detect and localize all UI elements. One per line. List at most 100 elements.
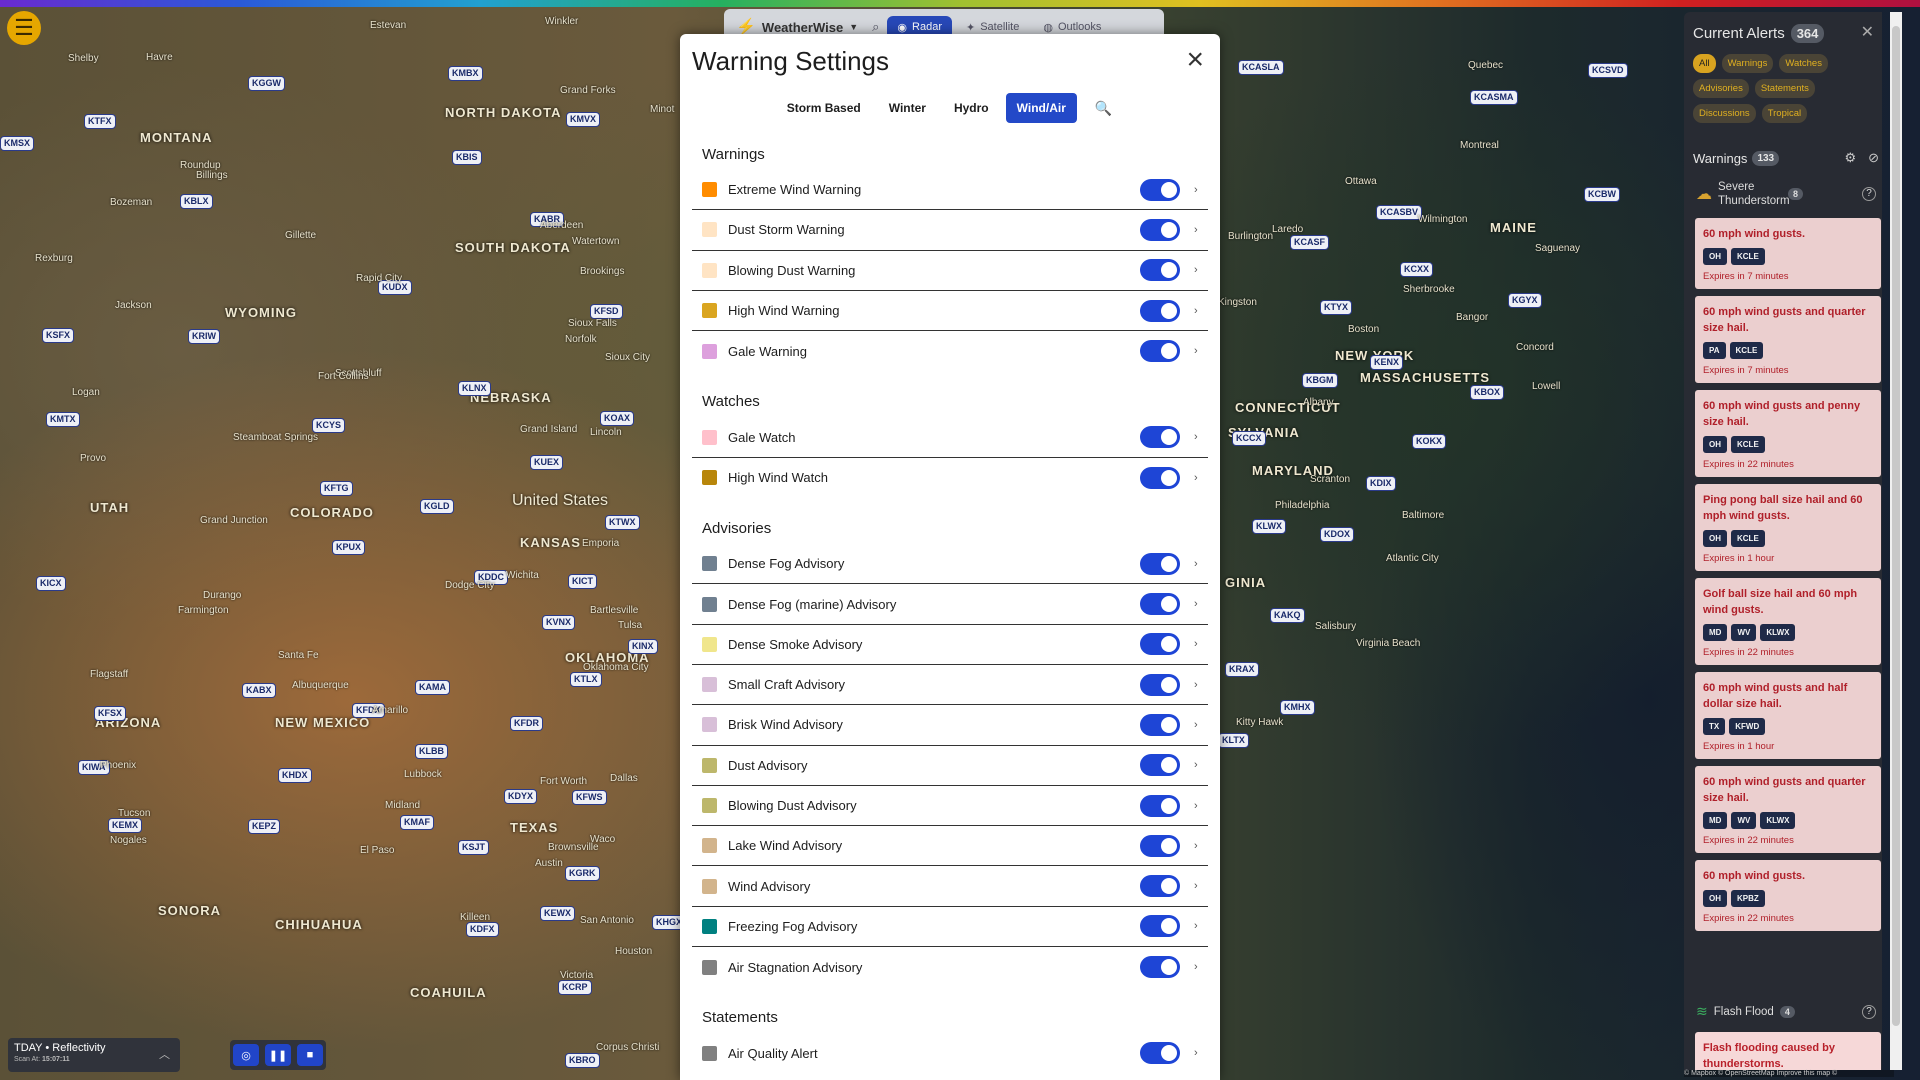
toggle-switch[interactable] [1140, 259, 1180, 282]
radar-site-label[interactable]: KGLD [420, 499, 454, 514]
radar-site-label[interactable]: KSFX [42, 328, 75, 343]
color-swatch[interactable] [702, 556, 717, 572]
radar-site-label[interactable]: KBOX [1470, 385, 1505, 400]
tab-wind-air[interactable]: Wind/Air [1005, 93, 1077, 123]
chevron-right-icon[interactable]: › [1194, 224, 1208, 236]
chevron-right-icon[interactable]: › [1194, 184, 1208, 196]
region-badge[interactable]: KCLE [1729, 342, 1764, 359]
filter-all[interactable]: All [1693, 54, 1716, 73]
radar-site-label[interactable]: KMBX [448, 66, 483, 81]
radar-site-label[interactable]: KLTX [1218, 733, 1249, 748]
chevron-right-icon[interactable]: › [1194, 759, 1208, 771]
layer-selector[interactable]: TDAY • Reflectivity Scan At: 15:07:11 ︿ [8, 1038, 180, 1072]
radar-site-label[interactable]: KABX [242, 683, 276, 698]
radar-site-label[interactable]: KHDX [278, 768, 312, 783]
radar-site-label[interactable]: KFSD [590, 304, 623, 319]
radar-site-label[interactable]: KAMA [415, 680, 450, 695]
radar-site-label[interactable]: KCBW [1584, 187, 1620, 202]
chevron-right-icon[interactable]: › [1194, 264, 1208, 276]
radar-site-label[interactable]: KCRP [558, 980, 592, 995]
chevron-right-icon[interactable]: › [1194, 1047, 1208, 1059]
alert-card[interactable]: 60 mph wind gusts and quarter size hail.… [1695, 296, 1881, 383]
gear-icon[interactable]: ⚙ [1844, 150, 1856, 166]
region-badge[interactable]: KCLE [1731, 248, 1765, 265]
menu-button[interactable]: ☰ [7, 11, 41, 45]
chevron-right-icon[interactable]: › [1194, 598, 1208, 610]
color-swatch[interactable] [702, 262, 717, 278]
radar-site-label[interactable]: KGGW [248, 76, 285, 91]
color-swatch[interactable] [702, 596, 717, 612]
eye-off-icon[interactable]: ⊘ [1868, 150, 1879, 166]
radar-site-label[interactable]: KGYX [1508, 293, 1542, 308]
tab-storm-based[interactable]: Storm Based [776, 93, 872, 123]
toggle-switch[interactable] [1140, 875, 1180, 898]
radar-site-label[interactable]: KMTX [46, 412, 80, 427]
color-swatch[interactable] [702, 677, 717, 693]
radar-site-label[interactable]: KVNX [542, 615, 576, 630]
region-badge[interactable]: OH [1703, 436, 1727, 453]
toggle-switch[interactable] [1140, 1042, 1180, 1065]
radar-site-label[interactable]: KEMX [108, 818, 143, 833]
tab-winter[interactable]: Winter [878, 93, 937, 123]
radar-site-label[interactable]: KTWX [605, 515, 640, 530]
region-badge[interactable]: WV [1731, 624, 1757, 641]
region-badge[interactable]: KPBZ [1731, 890, 1765, 907]
radar-site-label[interactable]: KRAX [1225, 662, 1259, 677]
region-badge[interactable]: KCLE [1731, 436, 1765, 453]
radar-site-label[interactable]: KTYX [1320, 300, 1353, 315]
radar-site-label[interactable]: KFWS [572, 790, 607, 805]
region-badge[interactable]: TX [1703, 718, 1726, 735]
radar-site-label[interactable]: KCASMA [1470, 90, 1518, 105]
color-swatch[interactable] [702, 918, 717, 934]
color-swatch[interactable] [702, 222, 717, 238]
alert-card[interactable]: 60 mph wind gusts and quarter size hail.… [1695, 766, 1881, 853]
toggle-switch[interactable] [1140, 218, 1180, 241]
radar-site-label[interactable]: KMHX [1280, 700, 1315, 715]
radar-site-label[interactable]: KCASBV [1376, 205, 1423, 220]
chevron-right-icon[interactable]: › [1194, 800, 1208, 812]
radar-site-label[interactable]: KLBB [415, 744, 448, 759]
alert-card[interactable]: Flash flooding caused by thunderstorms. [1695, 1032, 1881, 1070]
radar-site-label[interactable]: KUEX [530, 455, 564, 470]
color-swatch[interactable] [702, 182, 717, 198]
radar-site-label[interactable]: KCYS [312, 418, 346, 433]
scrollbar-thumb[interactable] [1892, 26, 1900, 1026]
chevron-right-icon[interactable]: › [1194, 961, 1208, 973]
scrollbar[interactable] [1890, 12, 1902, 1070]
toggle-switch[interactable] [1140, 466, 1180, 489]
color-swatch[interactable] [702, 343, 717, 359]
color-swatch[interactable] [702, 717, 717, 733]
radar-site-label[interactable]: KCSVD [1588, 63, 1628, 78]
radar-site-label[interactable]: KFDR [510, 716, 543, 731]
toggle-switch[interactable] [1140, 552, 1180, 575]
region-badge[interactable]: OH [1703, 248, 1727, 265]
toggle-switch[interactable] [1140, 713, 1180, 736]
search-icon[interactable]: 🔍 [1083, 100, 1124, 117]
radar-site-label[interactable]: KGRK [565, 866, 600, 881]
radar-site-label[interactable]: KMSX [0, 136, 35, 151]
close-icon[interactable]: ✕ [1861, 22, 1874, 42]
radar-site-label[interactable]: KCXX [1400, 262, 1434, 277]
radar-site-label[interactable]: KOAX [600, 411, 635, 426]
radar-site-label[interactable]: KLWX [1252, 519, 1286, 534]
help-icon[interactable]: ? [1862, 1004, 1876, 1019]
radar-site-label[interactable]: KDOX [1320, 527, 1355, 542]
chevron-right-icon[interactable]: › [1194, 638, 1208, 650]
radar-site-label[interactable]: KDFX [466, 922, 499, 937]
radar-site-label[interactable]: KSJT [458, 840, 490, 855]
alert-card[interactable]: 60 mph wind gusts. OH KPBZ Expires in 22 mi… [1695, 860, 1881, 931]
region-badge[interactable]: MD [1703, 812, 1728, 829]
toggle-switch[interactable] [1140, 673, 1180, 696]
close-icon[interactable]: × [1186, 45, 1204, 75]
region-badge[interactable]: KLWX [1760, 812, 1796, 829]
color-swatch[interactable] [702, 878, 717, 894]
toggle-switch[interactable] [1140, 593, 1180, 616]
chevron-right-icon[interactable]: › [1194, 679, 1208, 691]
chevron-right-icon[interactable]: › [1194, 840, 1208, 852]
radar-site-label[interactable]: KLNX [458, 381, 491, 396]
toggle-switch[interactable] [1140, 794, 1180, 817]
radar-site-label[interactable]: KDYX [504, 789, 538, 804]
region-badge[interactable]: OH [1703, 530, 1727, 547]
color-swatch[interactable] [702, 429, 717, 445]
radar-site-label[interactable]: KFTG [320, 481, 353, 496]
